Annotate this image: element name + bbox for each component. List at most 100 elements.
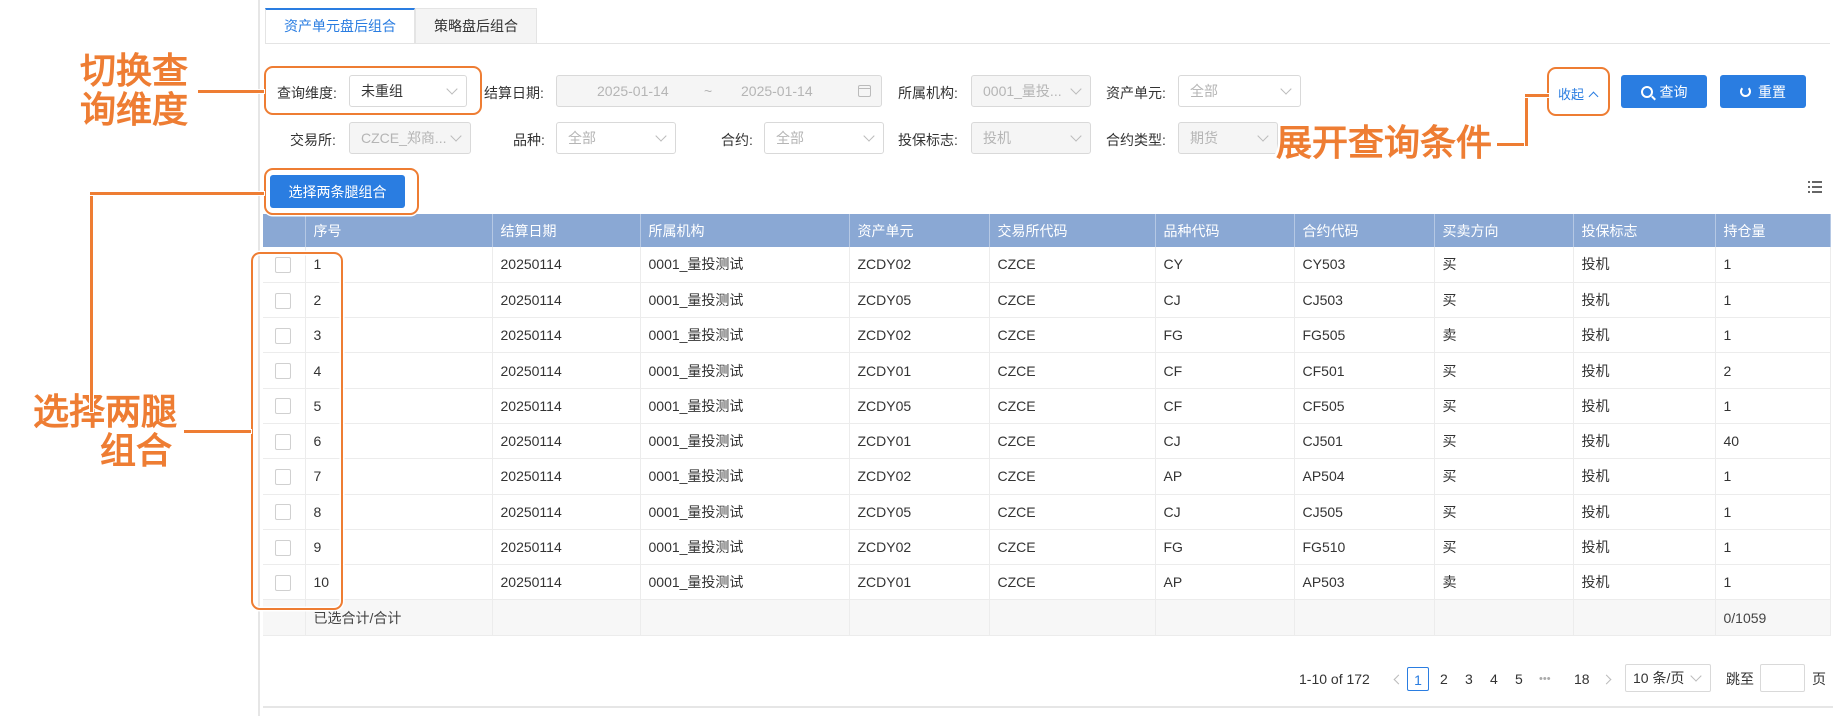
chevron-down-icon: [1280, 83, 1292, 95]
page-button-last[interactable]: 18: [1574, 667, 1590, 691]
page-suffix: 页: [1812, 671, 1826, 687]
page-button[interactable]: 2: [1440, 667, 1448, 691]
table-row[interactable]: 1 20250114 0001_量投测试 ZCDY02 CZCE CY CY503 买投机 1: [263, 247, 1831, 283]
annotation-line: [198, 90, 264, 93]
chevron-down-icon: [1257, 130, 1269, 142]
hedge-value: 投机: [983, 130, 1011, 146]
table-cell: AP: [1155, 564, 1295, 601]
col-header[interactable]: 序号: [305, 214, 493, 247]
col-header[interactable]: 交易所代码: [989, 214, 1156, 247]
table-cell: ZCDY01: [849, 564, 990, 601]
page-button-current[interactable]: 1: [1407, 667, 1429, 691]
reset-icon: [1740, 86, 1751, 97]
table-row[interactable]: 6 20250114 0001_量投测试 ZCDY01 CZCE CJ CJ501 买投机 40: [263, 423, 1831, 460]
table-cell: 投机: [1573, 388, 1716, 424]
table-cell: ZCDY05: [849, 388, 990, 424]
table-cell: 0001_量投测试: [640, 423, 850, 460]
table-cell: 1: [1715, 388, 1831, 424]
table-cell: 投机: [1573, 529, 1716, 566]
panel-bottom-border: [263, 706, 1833, 708]
calendar-icon: [858, 85, 871, 97]
table-cell: 1: [1715, 458, 1831, 495]
contract-type-value: 期货: [1190, 130, 1218, 146]
summary-cell: [849, 599, 990, 636]
col-header[interactable]: 合约代码: [1294, 214, 1435, 247]
col-header[interactable]: 买卖方向: [1434, 214, 1574, 247]
org-label: 所属机构:: [898, 85, 958, 101]
table-cell: 投机: [1573, 247, 1716, 283]
annotation-line: [90, 192, 264, 195]
table-cell: FG: [1155, 317, 1295, 354]
contract-type-select[interactable]: 期货: [1178, 122, 1278, 154]
exchange-select[interactable]: CZCE_郑商...: [349, 122, 471, 154]
table-cell: 0001_量投测试: [640, 388, 850, 424]
contract-select[interactable]: 全部: [764, 122, 884, 154]
variety-select[interactable]: 全部: [556, 122, 676, 154]
table-cell: ZCDY05: [849, 282, 990, 319]
table-cell: ZCDY05: [849, 494, 990, 530]
goto-page-input[interactable]: [1760, 664, 1805, 692]
chevron-down-icon: [1070, 130, 1082, 142]
table-row[interactable]: 8 20250114 0001_量投测试 ZCDY05 CZCE CJ CJ505 买投机 1: [263, 494, 1831, 530]
col-header[interactable]: 结算日期: [492, 214, 641, 247]
table-cell: FG: [1155, 529, 1295, 566]
highlight-select-legs: [264, 168, 419, 215]
positions-table: 序号 结算日期 所属机构 资产单元 交易所代码 品种代码 合约代码 买卖方向 投…: [263, 214, 1831, 636]
search-icon: [1640, 85, 1653, 98]
table-cell: ZCDY02: [849, 317, 990, 354]
annotation-line: [90, 192, 93, 412]
table-cell: CZCE: [989, 282, 1156, 319]
annotation-line: [184, 430, 251, 433]
table-cell: 投机: [1573, 352, 1716, 389]
exchange-label: 交易所:: [290, 132, 336, 148]
org-select[interactable]: 0001_量投...: [971, 75, 1091, 107]
page-button[interactable]: 5: [1515, 667, 1523, 691]
table-cell: 0001_量投测试: [640, 352, 850, 389]
table-cell: 卖: [1434, 564, 1574, 601]
contract-label: 合约:: [721, 132, 753, 148]
col-header[interactable]: 资产单元: [849, 214, 990, 247]
table-cell: 买: [1434, 282, 1574, 319]
summary-cell: [1155, 599, 1295, 636]
date-separator: ~: [704, 83, 713, 99]
hedge-select[interactable]: 投机: [971, 122, 1091, 154]
asset-unit-select[interactable]: 全部: [1178, 75, 1301, 107]
table-cell: 0001_量投测试: [640, 564, 850, 601]
table-row[interactable]: 5 20250114 0001_量投测试 ZCDY05 CZCE CF CF505 买投机 1: [263, 388, 1831, 424]
tab-asset-unit-combo[interactable]: 资产单元盘后组合: [265, 8, 415, 43]
page-size-select[interactable]: 10 条/页: [1625, 664, 1711, 692]
table-cell: 买: [1434, 388, 1574, 424]
page-button[interactable]: 4: [1490, 667, 1498, 691]
table-row[interactable]: 10 20250114 0001_量投测试 ZCDY01 CZCE AP AP503 卖投机 1: [263, 564, 1831, 601]
reset-button[interactable]: 重置: [1720, 75, 1806, 108]
table-row[interactable]: 7 20250114 0001_量投测试 ZCDY02 CZCE AP AP504 买投机 1: [263, 458, 1831, 495]
page-ellipsis[interactable]: •••: [1539, 667, 1551, 691]
column-settings-icon[interactable]: [1808, 181, 1822, 193]
table-row[interactable]: 4 20250114 0001_量投测试 ZCDY01 CZCE CF CF501 买投机 2: [263, 352, 1831, 389]
checkbox-header: [263, 214, 306, 247]
col-header[interactable]: 持仓量: [1715, 214, 1831, 247]
table-cell: 投机: [1573, 564, 1716, 601]
table-cell: 买: [1434, 494, 1574, 530]
annotation-select-legs-1: 选择两腿: [33, 391, 178, 432]
date-start: 2025-01-14: [597, 83, 669, 99]
table-row[interactable]: 3 20250114 0001_量投测试 ZCDY02 CZCE FG FG505 卖投机 1: [263, 317, 1831, 354]
tab-strategy-combo[interactable]: 策略盘后组合: [415, 8, 537, 43]
col-header[interactable]: 品种代码: [1155, 214, 1295, 247]
summary-total: 0/1059: [1715, 599, 1831, 636]
table-cell: 0001_量投测试: [640, 317, 850, 354]
asset-unit-value: 全部: [1190, 83, 1218, 99]
table-row[interactable]: 2 20250114 0001_量投测试 ZCDY05 CZCE CJ CJ503 买投机 1: [263, 282, 1831, 319]
table-cell: 买: [1434, 529, 1574, 566]
tab-bar: 资产单元盘后组合 策略盘后组合: [265, 8, 537, 43]
goto-label: 跳至: [1726, 671, 1754, 687]
query-button[interactable]: 查询: [1621, 75, 1707, 108]
col-header[interactable]: 投保标志: [1573, 214, 1716, 247]
col-header[interactable]: 所属机构: [640, 214, 850, 247]
table-cell: 20250114: [492, 282, 641, 319]
page-button[interactable]: 3: [1465, 667, 1473, 691]
table-cell: CZCE: [989, 529, 1156, 566]
table-row[interactable]: 9 20250114 0001_量投测试 ZCDY02 CZCE FG FG510 买投机 1: [263, 529, 1831, 566]
settle-date-range[interactable]: 2025-01-14 ~ 2025-01-14: [556, 75, 882, 107]
chevron-down-icon: [1690, 670, 1702, 682]
